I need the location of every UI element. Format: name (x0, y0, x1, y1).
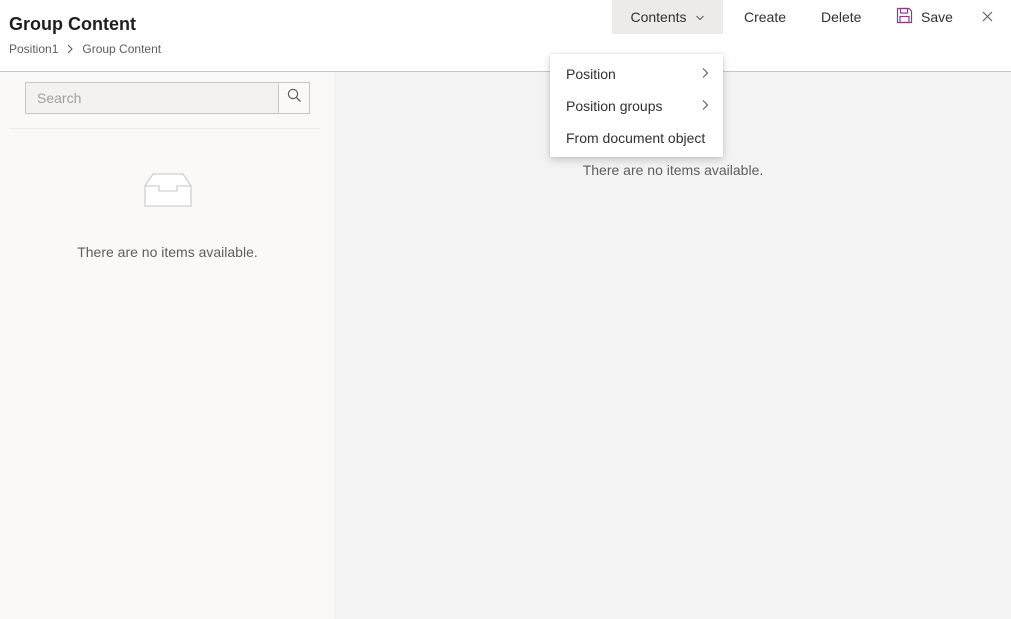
chevron-right-icon (701, 98, 709, 114)
search-input[interactable] (26, 83, 278, 113)
chevron-right-icon (701, 66, 709, 82)
close-icon (982, 9, 993, 25)
save-button[interactable]: Save (896, 0, 953, 34)
contents-button-label: Contents (630, 9, 687, 25)
menu-item-from-document-object[interactable]: From document object (550, 122, 723, 154)
chevron-right-icon (66, 44, 74, 54)
contents-button[interactable]: Contents (612, 0, 723, 34)
delete-button[interactable]: Delete (821, 0, 861, 34)
left-empty-state: There are no items available. (0, 171, 335, 260)
page-title: Group Content (9, 14, 136, 34)
inbox-icon (143, 171, 193, 212)
contents-dropdown-menu: Position Position groups From document o… (550, 54, 723, 157)
divider (9, 128, 320, 129)
menu-item-label: From document object (566, 130, 706, 146)
empty-message: There are no items available. (77, 244, 258, 260)
breadcrumb: Position1 Group Content (9, 42, 161, 56)
left-panel: There are no items available. (0, 72, 335, 619)
header-bar: Group Content Position1 Group Content Co… (0, 0, 1011, 72)
menu-item-label: Position (566, 66, 616, 82)
search-button[interactable] (278, 83, 309, 113)
menu-item-position-groups[interactable]: Position groups (550, 90, 723, 122)
breadcrumb-item-current: Group Content (82, 42, 162, 56)
menu-item-label: Position groups (566, 98, 663, 114)
chevron-down-icon (695, 9, 705, 25)
breadcrumb-item-position1[interactable]: Position1 (9, 42, 58, 56)
menu-item-position[interactable]: Position (550, 58, 723, 90)
save-icon (896, 7, 913, 27)
create-button[interactable]: Create (744, 0, 786, 34)
search-box (25, 82, 310, 114)
close-button[interactable] (980, 0, 994, 34)
save-button-label: Save (921, 9, 953, 25)
empty-message: There are no items available. (582, 162, 764, 178)
search-icon (287, 88, 302, 108)
